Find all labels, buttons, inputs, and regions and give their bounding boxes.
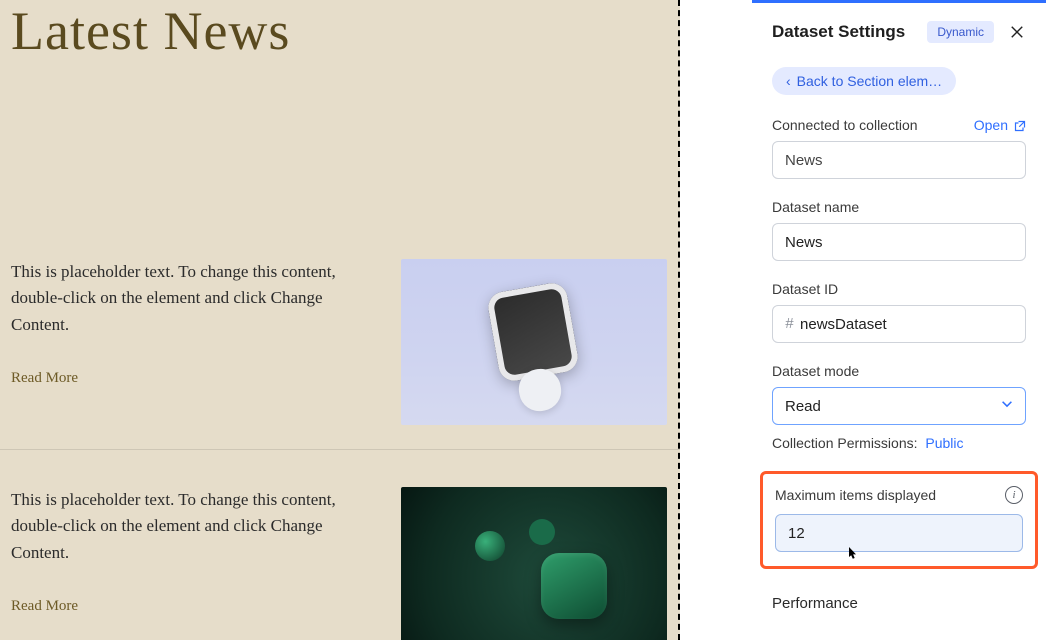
permissions-link[interactable]: Public	[925, 435, 963, 451]
max-items-label: Maximum items displayed	[775, 487, 936, 503]
info-icon[interactable]: i	[1005, 486, 1023, 504]
close-icon[interactable]	[1008, 23, 1026, 41]
external-link-icon	[1014, 119, 1026, 131]
back-to-section-button[interactable]: ‹ Back to Section elem…	[772, 67, 956, 95]
performance-heading: Performance	[772, 595, 1026, 612]
news-item-body[interactable]: This is placeholder text. To change this…	[11, 259, 361, 338]
news-item: This is placeholder text. To change this…	[11, 222, 680, 449]
dynamic-badge: Dynamic	[927, 21, 994, 43]
back-label: Back to Section elem…	[797, 73, 943, 89]
chevron-left-icon: ‹	[786, 74, 791, 88]
dataset-settings-panel: Dataset Settings Dynamic ‹ Back to Secti…	[752, 0, 1046, 640]
read-more-link[interactable]: Read More	[11, 598, 78, 615]
news-item-image[interactable]	[401, 487, 667, 640]
max-items-highlight: Maximum items displayed i 12	[760, 471, 1038, 569]
connected-collection-value[interactable]: News	[772, 141, 1026, 179]
read-more-link[interactable]: Read More	[11, 370, 78, 387]
page-title[interactable]: Latest News	[11, 0, 680, 62]
max-items-input[interactable]: 12	[775, 514, 1023, 552]
panel-title: Dataset Settings	[772, 22, 927, 42]
hash-icon: #	[785, 316, 794, 333]
editor-canvas: Latest News This is placeholder text. To…	[0, 0, 680, 640]
dataset-mode-label: Dataset mode	[772, 363, 859, 379]
dataset-id-input[interactable]: # newsDataset	[772, 305, 1026, 343]
news-item: This is placeholder text. To change this…	[11, 450, 680, 640]
canvas-panel-gap	[680, 0, 752, 640]
dataset-id-label: Dataset ID	[772, 281, 838, 297]
collection-permissions-line: Collection Permissions: Public	[772, 435, 1026, 451]
dataset-mode-select[interactable]: Read	[772, 387, 1026, 425]
news-item-body[interactable]: This is placeholder text. To change this…	[11, 487, 361, 566]
dataset-name-input[interactable]: News	[772, 223, 1026, 261]
connected-collection-label: Connected to collection	[772, 117, 918, 133]
open-link-label: Open	[974, 117, 1008, 133]
open-collection-link[interactable]: Open	[974, 117, 1026, 133]
panel-header: Dataset Settings Dynamic	[752, 3, 1046, 59]
dataset-name-label: Dataset name	[772, 199, 859, 215]
news-item-image[interactable]	[401, 259, 667, 425]
